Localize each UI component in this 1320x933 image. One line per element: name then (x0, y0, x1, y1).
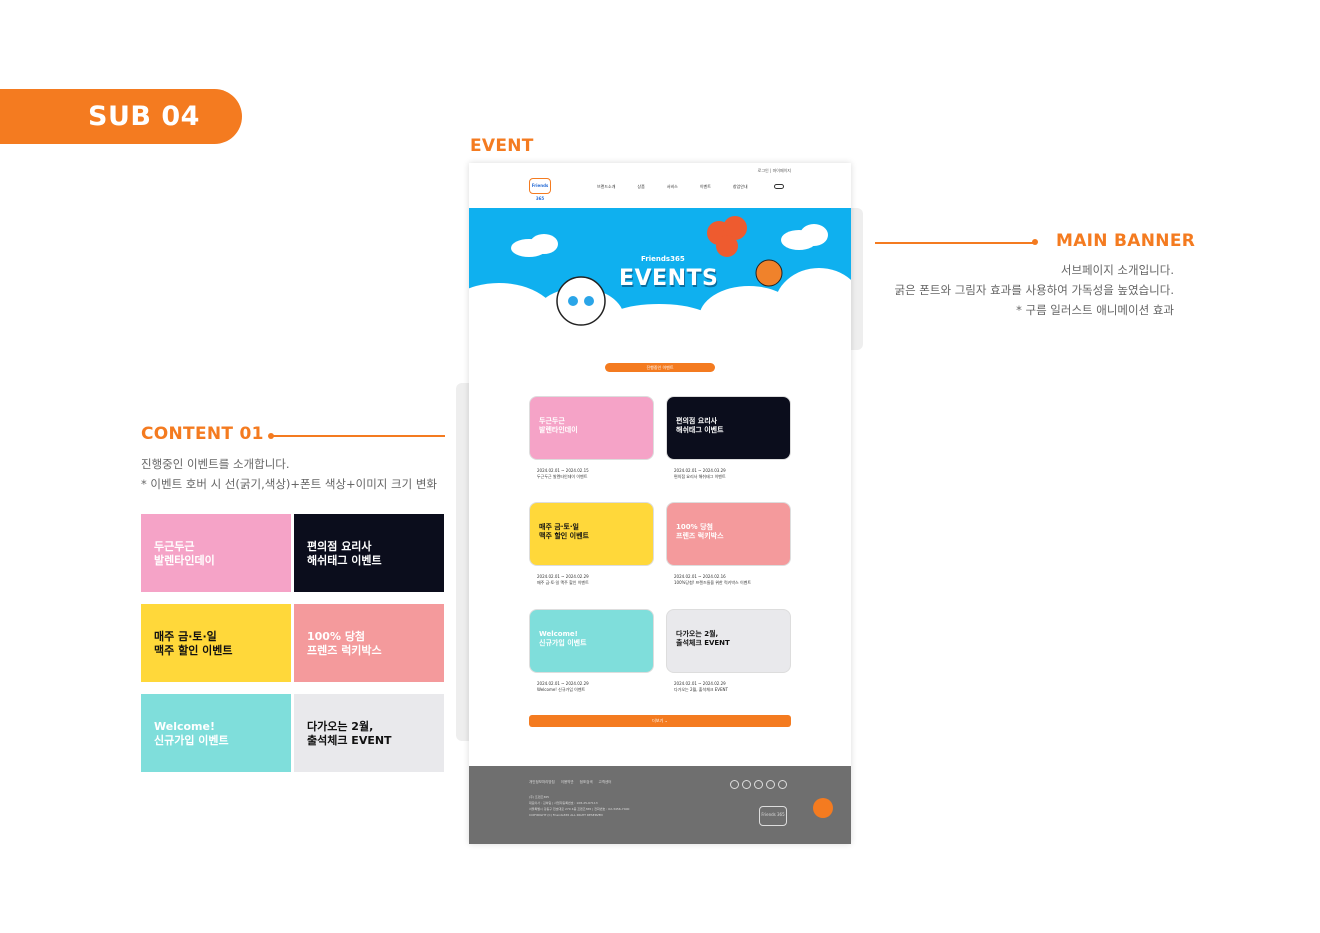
thumb-hashtag[interactable]: 편의점 요리사 해쉬태그 이벤트 (294, 514, 444, 592)
banner-title: EVENTS (619, 266, 719, 291)
mockup-event-card-beer[interactable]: 매주 금·토·일 맥주 할인 이벤트 (529, 502, 654, 566)
load-more-label: 더보기 (652, 718, 664, 723)
card-name[interactable]: 100%당첨! 프렌즈들을 위한 럭키박스 이벤트 (674, 580, 751, 586)
footer-link[interactable]: 점포검색 (580, 780, 593, 785)
mockup-nav-item[interactable]: 서비스 (667, 184, 678, 190)
card-meta: 2024.02.01 ~ 2024.02.29 다가오는 2월, 출석체크 EVE… (674, 681, 728, 693)
mockup-event-card-luckybox[interactable]: 100% 당첨 프렌즈 럭키박스 (666, 502, 791, 566)
instagram-icon[interactable] (778, 780, 787, 789)
footer-links: 개인정보처리방침 이용약관 점포검색 고객센터 (529, 780, 611, 785)
facebook-icon[interactable] (766, 780, 775, 789)
portfolio-page: SUB 04 EVENT MAIN BANNER 서브페이지 소개입니다. 굵은… (0, 0, 1320, 933)
mockup-nav-item[interactable]: 상품 (637, 184, 644, 190)
card-title: 매주 금·토·일 맥주 할인 이벤트 (539, 523, 589, 540)
thumb-title: 매주 금·토·일 맥주 할인 이벤트 (154, 630, 233, 657)
footer-info: (주) 프렌즈365 대표이사 : 김하림 | 사업자등록번호 : 108-25… (529, 794, 629, 818)
main-banner-line-1: 서브페이지 소개입니다. (1060, 263, 1174, 277)
card-meta: 2024.02.01 ~ 2024.02.29 Welcome! 신규가입 이벤트 (537, 681, 589, 693)
card-name[interactable]: Welcome! 신규가입 이벤트 (537, 687, 589, 693)
content01-line-1: 진행중인 이벤트를 소개합니다. (141, 457, 290, 471)
mockup-event-card-welcome[interactable]: Welcome! 신규가입 이벤트 (529, 609, 654, 673)
main-banner-line-2: 굵은 폰트와 그림자 효과를 사용하여 가독성을 높였습니다. (894, 283, 1174, 297)
card-title: 편의점 요리사 해쉬태그 이벤트 (676, 417, 724, 434)
thumb-title: 편의점 요리사 해쉬태그 이벤트 (307, 540, 382, 567)
website-mockup: 로그인 | 마이페이지 Friends 365 브랜드소개 상품 서비스 이벤트… (469, 163, 851, 844)
footer-logo: Friends 365 (759, 806, 787, 826)
mockup-menu-icon[interactable] (774, 184, 784, 189)
load-more-button[interactable]: 더보기 ⌄ (529, 715, 791, 727)
card-name[interactable]: 매주 금·토·일 맥주 할인 이벤트 (537, 580, 589, 586)
content01-line-2: * 이벤트 호버 시 선(굵기,색상)+폰트 색상+이미지 크기 변화 (141, 477, 437, 491)
footer-link[interactable]: 개인정보처리방침 (529, 780, 555, 785)
mockup-event-card-hashtag[interactable]: 편의점 요리사 해쉬태그 이벤트 (666, 396, 791, 460)
card-title: 두근두근 발렌타인데이 (539, 417, 578, 434)
thumb-title: 다가오는 2월, 출석체크 EVENT (307, 720, 392, 747)
card-meta: 2024.02.01 ~ 2024.02.15 두근두근 발렌타인데이 이벤트 (537, 468, 589, 480)
mockup-nav: 브랜드소개 상품 서비스 이벤트 창업안내 (597, 184, 748, 190)
mockup-logo[interactable]: Friends 365 (529, 178, 551, 201)
mockup-footer: 개인정보처리방침 이용약관 점포검색 고객센터 (주) 프렌즈365 대표이사 … (469, 766, 851, 844)
blog-icon[interactable] (742, 780, 751, 789)
main-banner-line-3: * 구름 일러스트 애니메이션 효과 (1016, 303, 1174, 317)
twitter-icon[interactable] (730, 780, 739, 789)
main-banner-connector-line (875, 242, 1035, 244)
content01-connector-line (271, 435, 445, 437)
ongoing-events-tab[interactable]: 진행중인 이벤트 (605, 363, 715, 372)
mockup-nav-item[interactable]: 브랜드소개 (597, 184, 615, 190)
thumb-valentine[interactable]: 두근두근 발렌타인데이 (141, 514, 291, 592)
card-title: 100% 당첨 프렌즈 럭키박스 (676, 523, 724, 540)
chevron-down-icon: ⌄ (664, 718, 668, 723)
card-title: 다가오는 2월, 출석체크 EVENT (676, 630, 730, 647)
thumb-title: Welcome! 신규가입 이벤트 (154, 720, 229, 747)
content01-description: 진행중인 이벤트를 소개합니다. * 이벤트 호버 시 선(굵기,색상)+폰트 … (141, 454, 437, 494)
card-meta: 2024.02.01 ~ 2024.03.29 편의점 요리사 해쉬태그 이벤트 (674, 468, 726, 480)
thumb-welcome[interactable]: Welcome! 신규가입 이벤트 (141, 694, 291, 772)
youtube-icon[interactable] (754, 780, 763, 789)
main-banner-connector-dot (1032, 239, 1038, 245)
thumb-title: 두근두근 발렌타인데이 (154, 540, 215, 567)
mockup-topbar[interactable]: 로그인 | 마이페이지 (758, 168, 791, 174)
card-meta: 2024.02.01 ~ 2024.02.16 100%당첨! 프렌즈들을 위한 … (674, 574, 751, 586)
mockup-nav-item[interactable]: 창업안내 (733, 184, 748, 190)
card-name[interactable]: 두근두근 발렌타인데이 이벤트 (537, 474, 589, 480)
footer-link[interactable]: 고객센터 (599, 780, 612, 785)
card-meta: 2024.02.01 ~ 2024.02.29 매주 금·토·일 맥주 할인 이벤… (537, 574, 589, 586)
card-title: Welcome! 신규가입 이벤트 (539, 630, 587, 647)
footer-link[interactable]: 이용약관 (561, 780, 574, 785)
mockup-nav-item[interactable]: 이벤트 (700, 184, 711, 190)
scroll-top-cloud-icon[interactable] (813, 798, 833, 818)
event-thumbnail-grid: 두근두근 발렌타인데이 편의점 요리사 해쉬태그 이벤트 매주 금·토·일 맥주… (141, 514, 444, 772)
mockup-event-card-attendance[interactable]: 다가오는 2월, 출석체크 EVENT (666, 609, 791, 673)
banner-subtitle: Friends365 (641, 255, 685, 263)
sub-label: SUB 04 (88, 101, 200, 132)
sub-label-pill: SUB 04 (0, 89, 242, 144)
main-banner-description: 서브페이지 소개입니다. 굵은 폰트와 그림자 효과를 사용하여 가독성을 높였… (894, 260, 1174, 320)
thumb-luckybox[interactable]: 100% 당첨 프렌즈 럭키박스 (294, 604, 444, 682)
content01-title: CONTENT 01 (141, 424, 264, 444)
event-heading: EVENT (470, 136, 534, 156)
card-name[interactable]: 다가오는 2월, 출석체크 EVENT (674, 687, 728, 693)
card-name[interactable]: 편의점 요리사 해쉬태그 이벤트 (674, 474, 726, 480)
main-banner-title: MAIN BANNER (1056, 231, 1196, 251)
footer-copyright: COPYRIGHT (C) Friends365 ALL RIGHT RESER… (529, 813, 603, 817)
thumb-attendance[interactable]: 다가오는 2월, 출석체크 EVENT (294, 694, 444, 772)
mockup-event-card-valentine[interactable]: 두근두근 발렌타인데이 (529, 396, 654, 460)
thumb-beer[interactable]: 매주 금·토·일 맥주 할인 이벤트 (141, 604, 291, 682)
mockup-main-banner: Friends365 EVENTS (469, 208, 851, 331)
thumb-title: 100% 당첨 프렌즈 럭키박스 (307, 630, 382, 657)
